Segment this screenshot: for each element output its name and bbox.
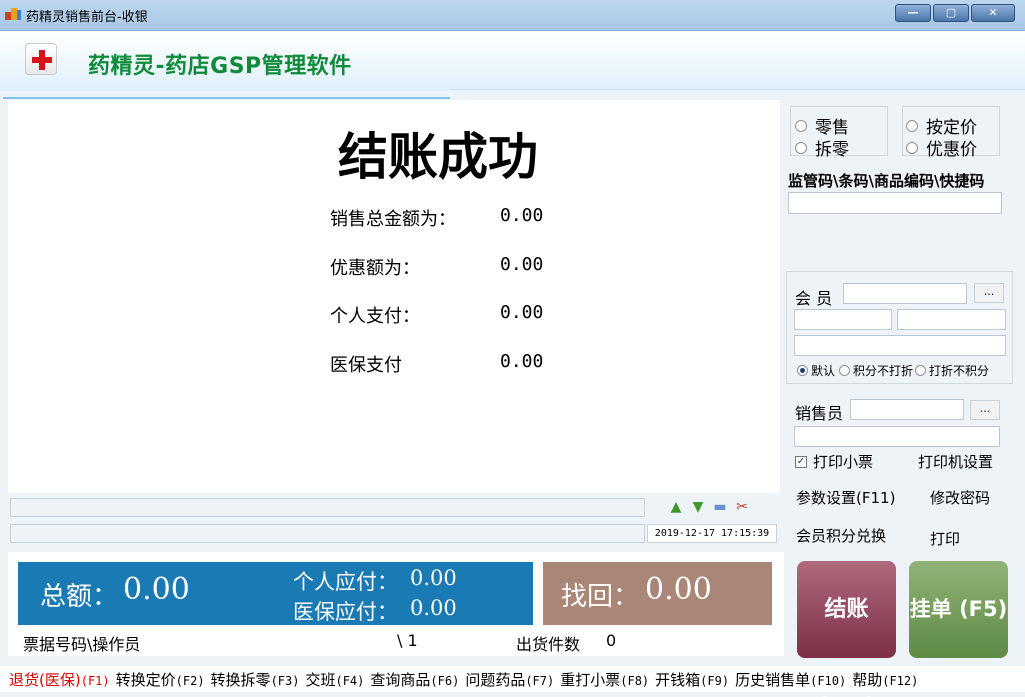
member-info-field[interactable]	[794, 335, 1006, 356]
status-bar	[10, 524, 645, 543]
parameter-settings-button[interactable]: 参数设置(F11)	[796, 487, 895, 508]
function-key-bar: 退货(医保)(F1) 转换定价(F2) 转换拆零(F3) 交班(F4) 查询商品…	[0, 666, 1025, 692]
hold-order-button[interactable]: 挂单 (F5)	[909, 561, 1008, 658]
remove-icon[interactable]: ▬	[711, 498, 729, 516]
fkey-sales-history[interactable]: 历史销售单(F10)	[735, 669, 846, 690]
member-default-label: 默认	[811, 364, 836, 378]
change-password-button[interactable]: 修改密码	[930, 487, 990, 508]
change-box: 找回： 0.00	[543, 562, 772, 625]
items-count-value: 0	[606, 631, 617, 650]
checkout-success-title: 结账成功	[338, 127, 538, 186]
member-input[interactable]	[843, 283, 967, 304]
seller-input[interactable]	[850, 399, 964, 420]
sales-total-value: 0.00	[500, 205, 544, 226]
radio-split[interactable]: 拆零	[795, 135, 849, 160]
radio-discount-price[interactable]: 优惠价	[906, 135, 977, 160]
fkey-reprint-receipt[interactable]: 重打小票(F8)	[560, 669, 649, 690]
app-icon	[5, 8, 21, 21]
discount-value: 0.00	[500, 254, 544, 275]
items-count-label: 出货件数	[516, 635, 581, 654]
member-phone-field[interactable]	[897, 309, 1006, 330]
sales-total-label: 销售总金额为：	[330, 209, 456, 230]
title-bar: 药精灵销售前台-收银 — ▢ ✕	[0, 0, 1025, 31]
radio-member-default[interactable]	[797, 365, 808, 376]
fkey-help[interactable]: 帮助(F12)	[852, 669, 918, 690]
insurance-due-value: 0.00	[410, 596, 457, 620]
fkey-return-insurance[interactable]: 退货(医保)(F1)	[9, 669, 110, 690]
print-button[interactable]: 打印	[930, 528, 960, 549]
code-input-label: 监管码\条码\商品编码\快捷码	[788, 172, 985, 190]
header-divider	[3, 97, 450, 99]
discount-label: 优惠额为：	[330, 258, 420, 279]
fkey-shift-handover[interactable]: 交班(F4)	[305, 669, 364, 690]
fkey-query-product[interactable]: 查询商品(F6)	[370, 669, 459, 690]
total-value: 0.00	[123, 572, 190, 607]
maximize-button[interactable]: ▢	[933, 4, 969, 22]
personal-due-value: 0.00	[410, 566, 457, 590]
radio-icon	[906, 141, 918, 154]
minimize-button[interactable]: —	[895, 4, 931, 22]
printer-settings-button[interactable]: 打印机设置	[918, 451, 993, 472]
move-up-icon[interactable]: ▲	[667, 498, 685, 516]
print-receipt-checkbox[interactable]: ✓	[795, 456, 807, 468]
points-exchange-button[interactable]: 会员积分兑换	[796, 525, 886, 546]
fkey-switch-split[interactable]: 转换拆零(F3)	[211, 669, 300, 690]
datetime-display: 2019-12-17 17:15:39	[647, 524, 777, 543]
cut-icon[interactable]: ✂	[733, 498, 751, 516]
radio-discount-no-points[interactable]	[915, 365, 927, 376]
radio-points-no-discount[interactable]	[839, 365, 851, 376]
move-down-icon[interactable]: ▼	[689, 498, 707, 516]
horizontal-scrollbar[interactable]	[10, 498, 645, 517]
seller-name-field[interactable]	[794, 426, 1000, 447]
brand-title: 药精灵-药店GSP管理软件	[88, 54, 352, 79]
medical-cross-icon	[25, 43, 57, 75]
insurance-pay-value: 0.00	[500, 351, 544, 372]
print-receipt-label: 打印小票	[813, 453, 874, 471]
change-label: 找回：	[561, 582, 640, 612]
total-label: 总额：	[40, 582, 119, 612]
receipt-operator-value: \ 1	[397, 631, 418, 650]
total-box: 总额： 0.00 个人应付： 0.00 医保应付： 0.00	[18, 562, 533, 625]
seller-lookup-button[interactable]: ...	[970, 400, 1000, 420]
personal-due-label: 个人应付：	[293, 570, 398, 594]
header-divider-right	[450, 89, 1025, 90]
insurance-pay-label: 医保支付	[330, 355, 402, 376]
radio-icon	[906, 119, 918, 132]
insurance-due-label: 医保应付：	[293, 600, 398, 624]
discount-no-points-label: 打折不积分	[929, 364, 990, 378]
window-title: 药精灵销售前台-收银	[26, 10, 148, 25]
radio-icon	[795, 119, 807, 132]
fkey-open-cash-drawer[interactable]: 开钱箱(F9)	[655, 669, 729, 690]
member-name-field[interactable]	[794, 309, 892, 330]
close-button[interactable]: ✕	[971, 4, 1015, 22]
personal-pay-label: 个人支付：	[330, 306, 420, 327]
personal-pay-value: 0.00	[500, 302, 544, 323]
points-no-discount-label: 积分不打折	[853, 364, 914, 378]
fkey-problem-drugs[interactable]: 问题药品(F7)	[465, 669, 554, 690]
seller-label: 销售员	[795, 404, 844, 423]
member-lookup-button[interactable]: ...	[974, 283, 1004, 303]
member-label: 会 员	[795, 289, 833, 308]
receipt-operator-label: 票据号码\操作员	[23, 635, 141, 654]
checkout-button[interactable]: 结账(++)	[797, 561, 896, 697]
product-code-input[interactable]	[788, 192, 1002, 214]
change-value: 0.00	[645, 572, 712, 607]
fkey-switch-pricing[interactable]: 转换定价(F2)	[116, 669, 205, 690]
radio-icon	[795, 141, 807, 154]
